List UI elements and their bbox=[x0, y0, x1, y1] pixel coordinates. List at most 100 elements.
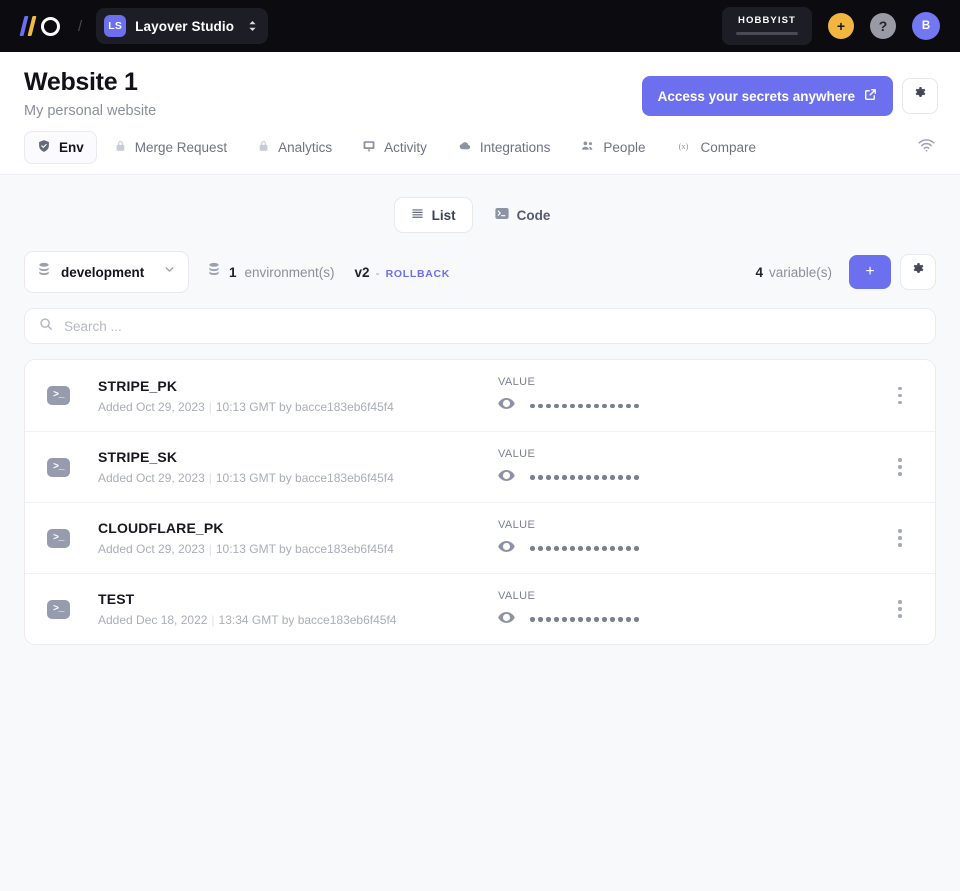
environment-count: 1 environment(s) bbox=[207, 262, 335, 282]
tab-analytics[interactable]: Analytics bbox=[244, 131, 345, 164]
row-menu-button[interactable] bbox=[887, 381, 913, 411]
eye-icon[interactable] bbox=[498, 540, 515, 558]
variable-meta-added: Added Dec 18, 2022 bbox=[98, 613, 208, 627]
row-menu-button[interactable] bbox=[887, 523, 913, 553]
variables-list: >_ STRIPE_PK Added Oct 29, 2023 | 10:13 GM… bbox=[24, 359, 936, 645]
plan-badge[interactable]: HOBBYIST bbox=[722, 7, 812, 45]
search-bar[interactable] bbox=[24, 308, 936, 344]
row-menu-button[interactable] bbox=[887, 452, 913, 482]
header-actions: Access your secrets anywhere bbox=[641, 68, 938, 116]
view-mode-code[interactable]: Code bbox=[479, 197, 567, 233]
main-content: List Code development 1 environment(s) v… bbox=[0, 175, 960, 645]
value-column-label: VALUE bbox=[498, 447, 536, 460]
logo-ring bbox=[41, 16, 60, 36]
plan-usage-bar bbox=[736, 32, 798, 35]
value-masked bbox=[498, 540, 798, 558]
table-row[interactable]: >_ CLOUDFLARE_PK Added Oct 29, 2023 | 10:1… bbox=[25, 502, 935, 573]
add-button[interactable]: + bbox=[828, 13, 854, 39]
value-masked bbox=[498, 469, 798, 487]
variable-count-label: variable(s) bbox=[768, 264, 832, 280]
top-navigation-bar: / LS Layover Studio HOBBYIST + ? B bbox=[0, 0, 960, 52]
variable-name: STRIPE_PK bbox=[98, 377, 178, 394]
view-mode-list[interactable]: List bbox=[393, 197, 473, 233]
tab-compare[interactable]: (x) Compare bbox=[662, 131, 769, 164]
help-button[interactable]: ? bbox=[870, 13, 896, 39]
access-secrets-button[interactable]: Access your secrets anywhere bbox=[641, 76, 893, 116]
variable-icon: (x) bbox=[675, 139, 692, 156]
io-logo[interactable] bbox=[19, 14, 60, 38]
eye-icon[interactable] bbox=[498, 397, 515, 415]
masked-value-dots bbox=[530, 546, 639, 551]
lock-icon bbox=[257, 139, 270, 156]
svg-text:(x): (x) bbox=[679, 142, 689, 151]
variable-meta-added: Added Oct 29, 2023 bbox=[98, 471, 205, 485]
tab-merge-request[interactable]: Merge Request bbox=[101, 131, 240, 164]
access-secrets-label: Access your secrets anywhere bbox=[657, 88, 855, 104]
row-menu-button[interactable] bbox=[887, 594, 913, 624]
variable-count-value: 4 bbox=[755, 264, 763, 280]
value-column-label: VALUE bbox=[498, 518, 536, 531]
table-row[interactable]: >_ STRIPE_SK Added Oct 29, 2023 | 10:13 GM… bbox=[25, 431, 935, 502]
presentation-icon bbox=[362, 139, 376, 156]
list-icon bbox=[411, 207, 424, 223]
tab-people[interactable]: People bbox=[567, 131, 658, 164]
variable-meta: Added Oct 29, 2023 | 10:13 GMT by bacce183… bbox=[98, 471, 498, 485]
tab-activity[interactable]: Activity bbox=[349, 131, 440, 164]
eye-icon[interactable] bbox=[498, 469, 515, 487]
env-settings-button[interactable] bbox=[900, 254, 936, 290]
tab-compare-label: Compare bbox=[700, 140, 756, 155]
add-variable-button[interactable]: + bbox=[849, 255, 891, 289]
chevron-updown-icon bbox=[248, 20, 257, 32]
rollback-link[interactable]: ROLLBACK bbox=[386, 268, 451, 280]
variable-name: TEST bbox=[98, 591, 135, 607]
view-mode-toggle: List Code bbox=[24, 175, 936, 251]
topbar-actions: HOBBYIST + ? B bbox=[722, 7, 940, 45]
masked-value-dots bbox=[530, 617, 639, 622]
view-mode-code-label: Code bbox=[516, 207, 551, 223]
environment-selector[interactable]: development bbox=[24, 251, 189, 293]
meta-separator: | bbox=[208, 399, 212, 414]
variable-info: STRIPE_PK Added Oct 29, 2023 | 10:13 GMT b… bbox=[98, 378, 498, 414]
database-icon bbox=[37, 262, 51, 282]
logo-slash-amber bbox=[27, 16, 37, 36]
search-icon bbox=[39, 317, 53, 336]
terminal-icon: >_ bbox=[47, 386, 70, 405]
toolbar-actions: 4 variable(s) + bbox=[755, 254, 936, 290]
eye-icon[interactable] bbox=[498, 611, 515, 629]
variable-meta: Added Oct 29, 2023 | 10:13 GMT by bacce183… bbox=[98, 400, 498, 414]
environment-count-value: 1 bbox=[229, 264, 237, 280]
page-subtitle: My personal website bbox=[24, 103, 157, 119]
variable-meta-added: Added Oct 29, 2023 bbox=[98, 399, 205, 414]
database-icon bbox=[207, 262, 221, 282]
tab-integrations[interactable]: Integrations bbox=[444, 131, 564, 164]
search-input[interactable] bbox=[64, 318, 921, 334]
version-value: v2 bbox=[354, 264, 370, 280]
variable-meta-added: Added Oct 29, 2023 bbox=[98, 542, 205, 556]
env-toolbar: development 1 environment(s) v2 - ROLLBA… bbox=[24, 251, 936, 293]
version-info: v2 - ROLLBACK bbox=[355, 265, 451, 280]
tab-people-label: People bbox=[603, 140, 646, 155]
user-avatar[interactable]: B bbox=[912, 12, 940, 40]
variable-meta-author: 13:34 GMT by bacce183eb6f45f4 bbox=[218, 613, 397, 627]
value-column-label: VALUE bbox=[498, 376, 536, 388]
people-icon bbox=[580, 139, 595, 156]
table-row[interactable]: >_ STRIPE_PK Added Oct 29, 2023 | 10:13 GM… bbox=[25, 360, 935, 431]
wifi-icon[interactable] bbox=[913, 132, 940, 164]
version-dash: - bbox=[375, 265, 380, 280]
variable-info: TEST Added Dec 18, 2022 | 13:34 GMT by bac… bbox=[98, 591, 498, 627]
masked-value-dots bbox=[530, 403, 639, 409]
shield-icon bbox=[37, 139, 51, 156]
section-tabs: Env Merge Request Analytics Activity Int… bbox=[0, 119, 960, 175]
variable-info: CLOUDFLARE_PK Added Oct 29, 2023 | 10:13 G… bbox=[98, 520, 498, 556]
meta-separator: | bbox=[211, 613, 215, 627]
variable-info: STRIPE_SK Added Oct 29, 2023 | 10:13 GMT b… bbox=[98, 449, 498, 485]
tab-env[interactable]: Env bbox=[24, 131, 97, 164]
workspace-switcher[interactable]: LS Layover Studio bbox=[96, 8, 269, 44]
variable-value: VALUE bbox=[498, 590, 798, 629]
variable-name: STRIPE_SK bbox=[98, 449, 178, 465]
table-row[interactable]: >_ TEST Added Dec 18, 2022 | 13:34 GMT by … bbox=[25, 573, 935, 644]
tab-env-label: Env bbox=[59, 140, 84, 155]
masked-value-dots bbox=[530, 475, 639, 480]
lock-icon bbox=[114, 139, 127, 156]
project-settings-button[interactable] bbox=[902, 78, 938, 114]
